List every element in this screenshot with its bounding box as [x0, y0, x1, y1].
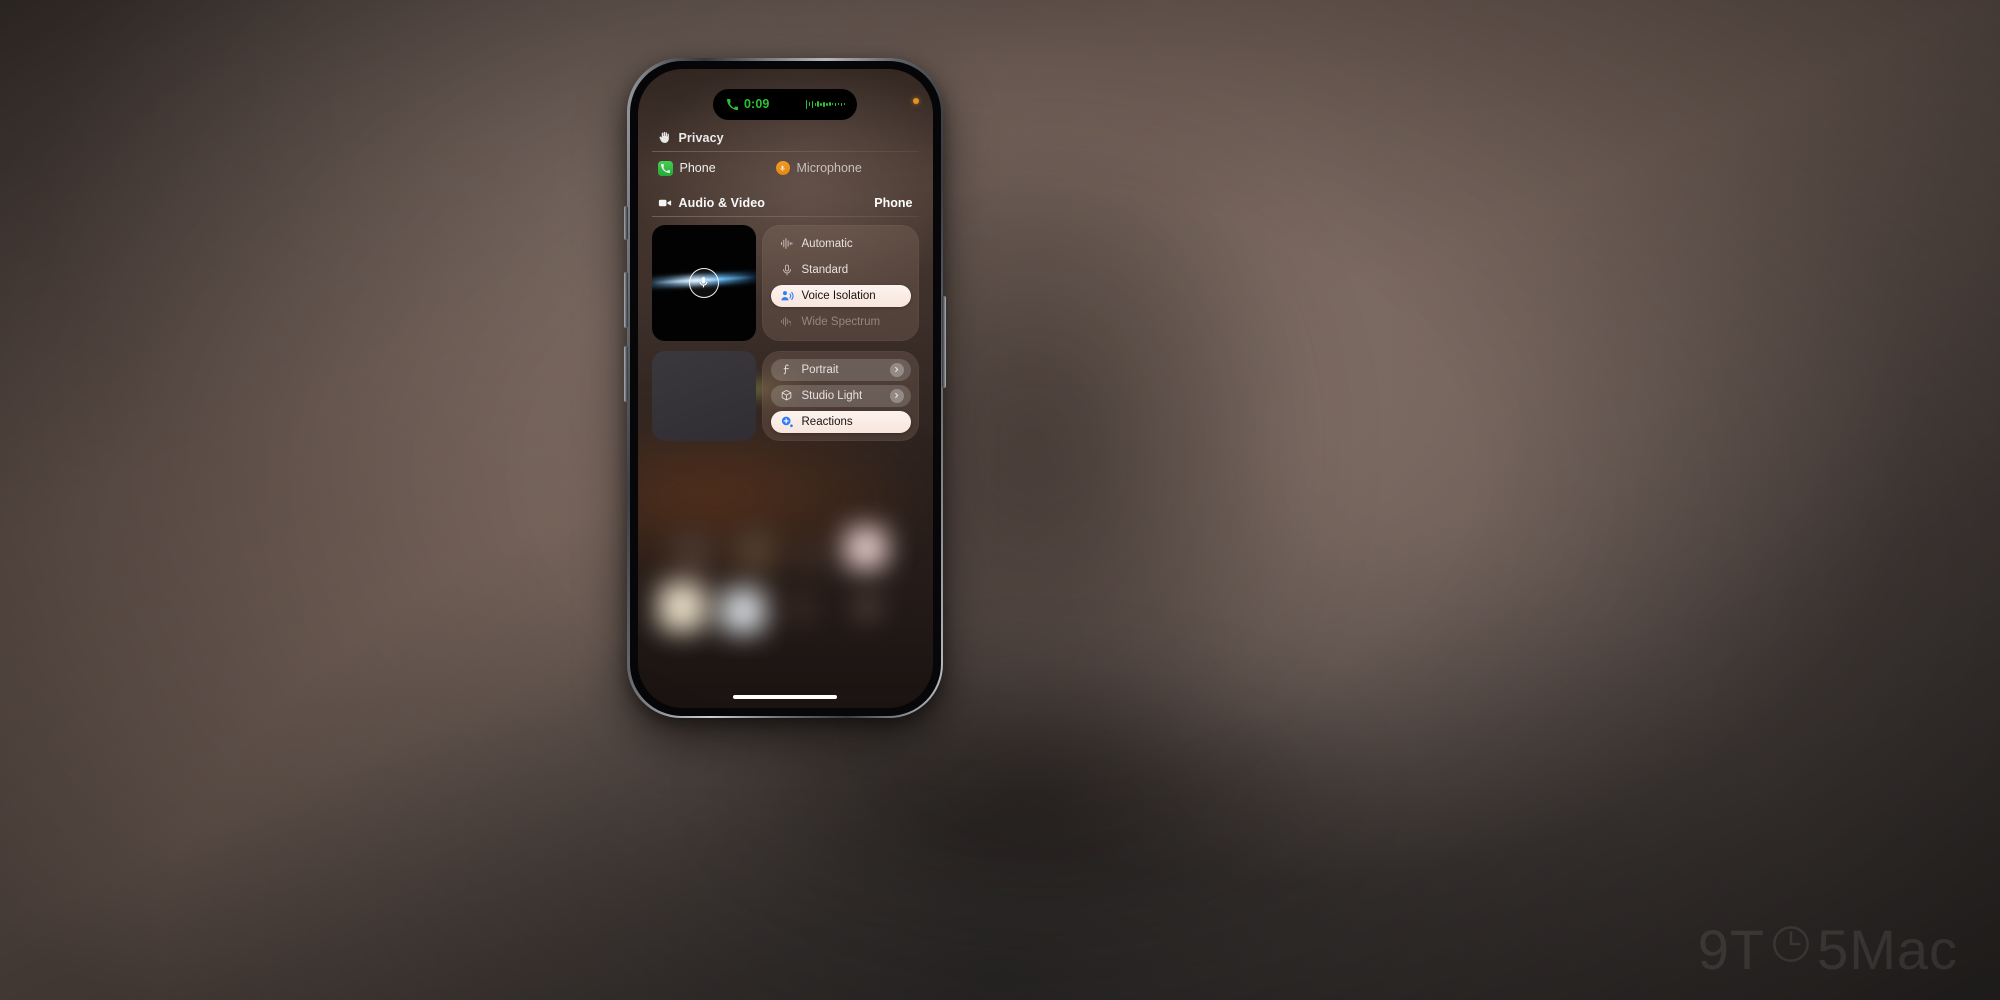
- microphone-mode-module: Automatic Standard Voice Isolation Wide …: [651, 224, 919, 341]
- video-effect-portrait[interactable]: Portrait: [770, 358, 911, 381]
- video-effect-label: Studio Light: [801, 389, 863, 402]
- microphone-icon: [780, 263, 794, 277]
- watermark-9to5mac: 9T 5Mac: [1698, 917, 1958, 982]
- volume-up-button[interactable]: [624, 272, 628, 328]
- call-timer: 0:09: [744, 97, 770, 111]
- action-button[interactable]: [624, 206, 628, 240]
- privacy-title: Privacy: [678, 130, 724, 145]
- portrait-f-icon: [780, 363, 794, 377]
- mic-mode-standard[interactable]: Standard: [771, 259, 911, 281]
- video-effects-module: Portrait Studio Light Reactions: [651, 350, 919, 441]
- mic-mode-voice-isolation[interactable]: Voice Isolation: [770, 284, 911, 307]
- microphone-privacy-dot: [912, 97, 919, 104]
- device-screen: 0:09 Privacy Phone Microphone Audio & Vi…: [637, 68, 933, 708]
- wide-spectrum-icon: [780, 315, 794, 329]
- mic-mode-automatic[interactable]: Automatic: [771, 233, 911, 255]
- video-camera-icon: [658, 196, 672, 210]
- video-effect-options: Portrait Studio Light Reactions: [765, 351, 919, 441]
- phone-call-icon: [725, 97, 739, 111]
- raised-hand-icon: [658, 131, 672, 145]
- audio-video-divider: [651, 215, 919, 217]
- waveform-icon: [780, 237, 794, 251]
- phone-app-icon: [657, 160, 673, 176]
- voice-isolation-icon: [780, 289, 794, 303]
- island-call-info: 0:09: [725, 97, 769, 111]
- mic-mode-label: Automatic: [801, 237, 853, 250]
- control-center-panel: Privacy Phone Microphone Audio & Video P…: [638, 127, 933, 451]
- chevron-right-icon[interactable]: [889, 388, 904, 403]
- blurred-home-screen-icons: [638, 524, 933, 704]
- mic-mode-label: Standard: [801, 263, 849, 276]
- mic-preview-tile[interactable]: [651, 224, 756, 341]
- microphone-circle-icon: [688, 267, 719, 298]
- audio-waveform-icon: [805, 99, 845, 110]
- audio-video-header: Audio & Video Phone: [652, 192, 919, 216]
- clock-icon: [1766, 917, 1816, 982]
- iphone-device: 0:09 Privacy Phone Microphone Audio & Vi…: [624, 58, 946, 718]
- chevron-right-icon[interactable]: [889, 362, 904, 377]
- mic-mode-options: Automatic Standard Voice Isolation Wide …: [765, 225, 919, 341]
- home-indicator[interactable]: [733, 694, 837, 699]
- screenshot-stage: 0:09 Privacy Phone Microphone Audio & Vi…: [0, 0, 2000, 1000]
- dynamic-island-call[interactable]: 0:09: [713, 88, 857, 120]
- mic-mode-wide-spectrum[interactable]: Wide Spectrum: [771, 311, 911, 333]
- audio-video-title: Audio & Video: [678, 195, 765, 210]
- reactions-icon: [780, 415, 794, 429]
- video-preview-tile[interactable]: [651, 350, 756, 441]
- privacy-items-row: Phone Microphone: [652, 152, 919, 186]
- video-effect-studio-light[interactable]: Studio Light: [770, 384, 911, 407]
- power-button[interactable]: [942, 296, 946, 388]
- audio-video-source-app[interactable]: Phone: [874, 196, 912, 210]
- watermark-suffix: 5Mac: [1817, 918, 1958, 981]
- privacy-section: Privacy Phone Microphone: [651, 127, 919, 186]
- volume-down-button[interactable]: [624, 346, 628, 402]
- video-effect-reactions[interactable]: Reactions: [770, 410, 911, 433]
- video-effect-label: Reactions: [801, 415, 853, 428]
- privacy-header: Privacy: [652, 127, 919, 151]
- privacy-item-phone[interactable]: Phone: [657, 160, 776, 176]
- watermark-prefix: 9T: [1697, 918, 1766, 981]
- microphone-icon: [775, 161, 790, 175]
- mic-mode-label: Voice Isolation: [801, 289, 876, 302]
- privacy-item-microphone[interactable]: Microphone: [775, 161, 862, 175]
- mic-mode-label: Wide Spectrum: [801, 315, 881, 328]
- privacy-item-label: Phone: [679, 161, 716, 175]
- video-effect-label: Portrait: [801, 363, 839, 376]
- device-bezel: 0:09 Privacy Phone Microphone Audio & Vi…: [629, 60, 941, 716]
- privacy-item-label: Microphone: [796, 161, 862, 175]
- audio-video-section: Audio & Video Phone: [651, 192, 919, 217]
- studio-light-icon: [780, 389, 794, 403]
